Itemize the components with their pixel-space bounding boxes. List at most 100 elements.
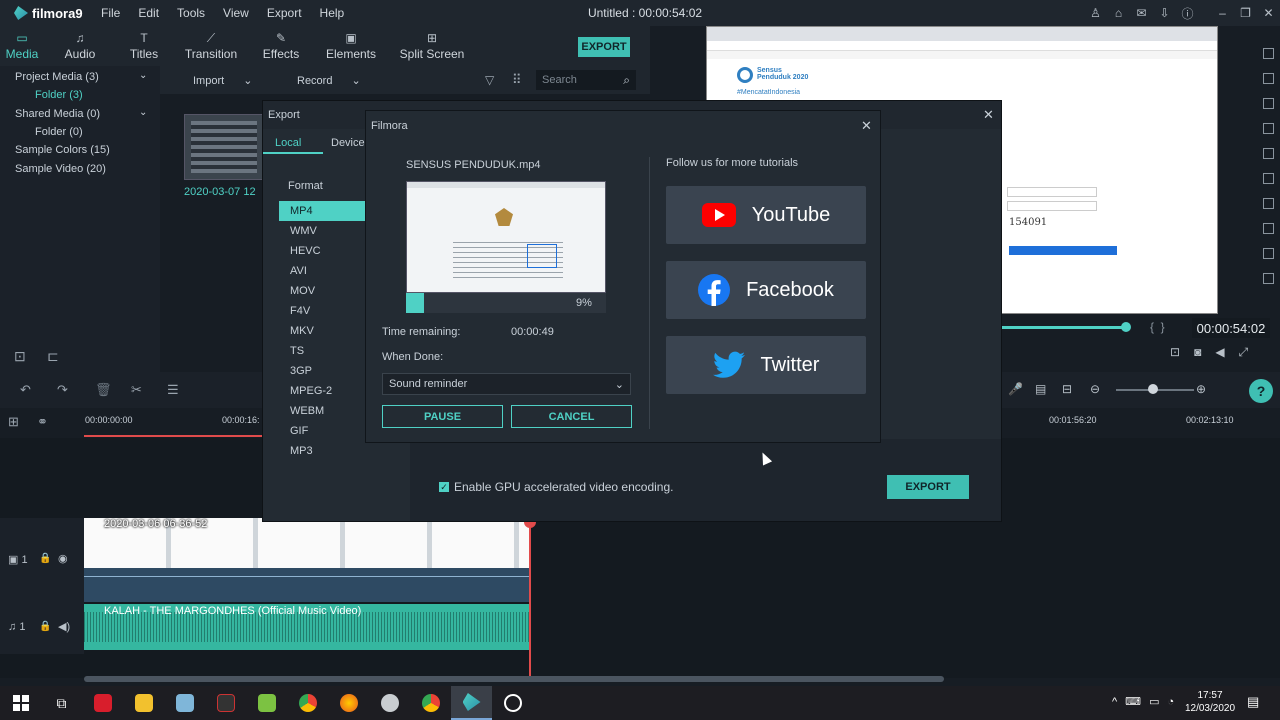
- snapshot-icon[interactable]: ◙: [1194, 345, 1215, 359]
- info-icon[interactable]: ⓘ: [1176, 5, 1199, 22]
- format-mkv[interactable]: MKV: [279, 321, 365, 341]
- tab-device[interactable]: Device: [331, 137, 365, 149]
- zoom-slider-thumb[interactable]: [1148, 384, 1158, 394]
- adjust-icon[interactable]: ☰: [167, 382, 179, 398]
- lock-icon[interactable]: 🔒: [39, 553, 51, 564]
- format-mp3[interactable]: MP3: [279, 441, 365, 461]
- format-hevc[interactable]: HEVC: [279, 241, 365, 261]
- chevron-up-icon[interactable]: ^: [1112, 696, 1125, 708]
- project-media-item[interactable]: Project Media (3): [15, 71, 99, 83]
- strip-icon[interactable]: [1263, 148, 1274, 159]
- account-icon[interactable]: ♙: [1084, 6, 1107, 20]
- fit-icon[interactable]: ⊟: [1062, 382, 1072, 396]
- microphone-icon[interactable]: 🎤: [1008, 382, 1023, 396]
- strip-icon[interactable]: [1263, 48, 1274, 59]
- tab-media[interactable]: ▭ Media: [0, 26, 44, 66]
- taskbar-app[interactable]: [328, 686, 369, 720]
- lock-icon[interactable]: 🔒: [39, 621, 51, 632]
- add-track-icon[interactable]: ⊞: [8, 414, 19, 430]
- format-f4v[interactable]: F4V: [279, 301, 365, 321]
- format-gif[interactable]: GIF: [279, 421, 365, 441]
- strip-icon[interactable]: [1263, 73, 1274, 84]
- eye-icon[interactable]: ◉: [58, 552, 68, 565]
- taskbar-app-active[interactable]: [451, 686, 492, 720]
- tab-split-screen[interactable]: ⊞ Split Screen: [390, 26, 474, 66]
- pause-button[interactable]: PAUSE: [382, 405, 503, 428]
- filter-icon[interactable]: ▽: [485, 73, 494, 87]
- open-folder-icon[interactable]: ⊏: [47, 348, 59, 365]
- close-icon[interactable]: ✕: [1257, 6, 1280, 20]
- keyboard-icon[interactable]: ⌨: [1125, 696, 1149, 708]
- speaker-icon[interactable]: ◀): [58, 620, 70, 633]
- strip-icon[interactable]: [1263, 173, 1274, 184]
- taskbar-app[interactable]: [205, 686, 246, 720]
- taskbar-app[interactable]: [410, 686, 451, 720]
- undo-icon[interactable]: ↶: [20, 382, 31, 398]
- taskbar-app[interactable]: [369, 686, 410, 720]
- restore-icon[interactable]: ❐: [1234, 6, 1257, 20]
- strip-icon[interactable]: [1263, 123, 1274, 134]
- record-button[interactable]: Record ⌄: [297, 74, 361, 87]
- tab-audio[interactable]: ♫ Audio: [44, 26, 116, 66]
- cancel-button[interactable]: CANCEL: [511, 405, 632, 428]
- zoom-in-icon[interactable]: ⊕: [1196, 382, 1206, 396]
- taskbar-app[interactable]: [82, 686, 123, 720]
- export-button[interactable]: EXPORT: [887, 475, 969, 499]
- new-folder-icon[interactable]: ⊡: [14, 348, 26, 365]
- shared-media-item[interactable]: Shared Media (0): [15, 108, 100, 120]
- download-icon[interactable]: ⇩: [1153, 6, 1176, 20]
- timeline-scrollbar[interactable]: [84, 676, 944, 682]
- twitter-button[interactable]: Twitter: [666, 336, 866, 394]
- video-clip[interactable]: 2020-03-06 06-36-52: [84, 518, 530, 568]
- format-avi[interactable]: AVI: [279, 261, 365, 281]
- tab-effects[interactable]: ✎ Effects: [250, 26, 312, 66]
- render-icon[interactable]: ⊡: [1170, 345, 1194, 359]
- format-webm[interactable]: WEBM: [279, 401, 365, 421]
- import-button[interactable]: Import ⌄: [193, 74, 252, 87]
- battery-icon[interactable]: ▭: [1149, 696, 1167, 708]
- facebook-button[interactable]: Facebook: [666, 261, 866, 319]
- format-mp4[interactable]: MP4: [279, 201, 365, 221]
- tab-titles[interactable]: T Titles: [116, 26, 172, 66]
- tab-local[interactable]: Local: [275, 137, 301, 149]
- start-button[interactable]: [0, 686, 41, 720]
- voiceover-icon[interactable]: ▤: [1035, 382, 1046, 396]
- playhead[interactable]: [524, 516, 536, 676]
- media-thumbnail[interactable]: [184, 114, 264, 180]
- cut-icon[interactable]: ✂: [131, 382, 142, 398]
- audio-clip[interactable]: KALAH - THE MARGONDHES (Official Music V…: [84, 604, 530, 650]
- when-done-select[interactable]: Sound reminder ⌄: [382, 373, 631, 395]
- taskbar-app[interactable]: [164, 686, 205, 720]
- format-mov[interactable]: MOV: [279, 281, 365, 301]
- mark-in-out-icon[interactable]: { }: [1150, 320, 1165, 334]
- search-input[interactable]: Search ⌕: [536, 70, 636, 90]
- format-ts[interactable]: TS: [279, 341, 365, 361]
- export-top-button[interactable]: EXPORT: [578, 37, 630, 57]
- sample-video-item[interactable]: Sample Video (20): [15, 163, 106, 175]
- chevron-down-icon[interactable]: ⌄: [139, 70, 147, 81]
- task-view-button[interactable]: ⧉: [41, 686, 82, 720]
- folder-item-selected[interactable]: Folder (3): [35, 89, 83, 101]
- redo-icon[interactable]: ↷: [57, 382, 68, 398]
- format-3gp[interactable]: 3GP: [279, 361, 365, 381]
- grid-view-icon[interactable]: ⠿: [512, 72, 522, 88]
- strip-icon[interactable]: [1263, 223, 1274, 234]
- delete-icon[interactable]: 🗑: [95, 382, 112, 398]
- volume-icon[interactable]: ◀: [1215, 345, 1238, 359]
- format-wmv[interactable]: WMV: [279, 221, 365, 241]
- taskbar-app[interactable]: [287, 686, 328, 720]
- clock[interactable]: 17:57 12/03/2020: [1180, 689, 1240, 715]
- gpu-checkbox[interactable]: ✓: [439, 482, 449, 492]
- taskbar-app[interactable]: [123, 686, 164, 720]
- close-icon[interactable]: ✕: [983, 107, 994, 123]
- zoom-out-icon[interactable]: ⊖: [1090, 382, 1100, 396]
- link-icon[interactable]: ⚭: [37, 414, 48, 430]
- youtube-button[interactable]: YouTube: [666, 186, 866, 244]
- strip-icon[interactable]: [1263, 198, 1274, 209]
- store-icon[interactable]: ⌂: [1107, 6, 1130, 20]
- sample-colors-item[interactable]: Sample Colors (15): [15, 144, 110, 156]
- folder-item[interactable]: Folder (0): [35, 126, 83, 138]
- mail-icon[interactable]: ✉: [1130, 6, 1153, 20]
- tab-elements[interactable]: ▣ Elements: [312, 26, 390, 66]
- strip-icon[interactable]: [1263, 98, 1274, 109]
